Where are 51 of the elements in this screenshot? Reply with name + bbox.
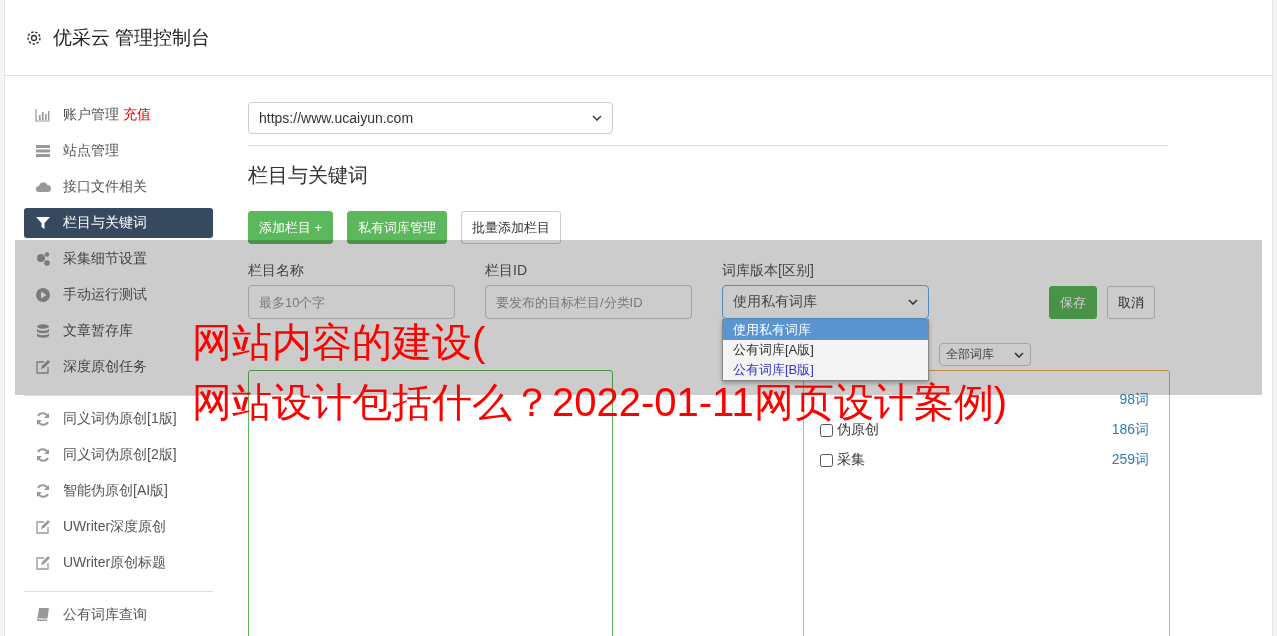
caret-icon <box>1014 351 1024 358</box>
cloud-icon <box>35 179 51 195</box>
refresh-icon <box>35 447 51 463</box>
database-icon <box>35 323 51 339</box>
field-label: 词库版本[区别] <box>722 262 815 280</box>
field-label: 栏目ID <box>485 262 528 280</box>
book-icon <box>35 607 51 623</box>
app-title: 优采云 管理控制台 <box>53 25 211 50</box>
library-name: 伪原创 <box>837 421 879 439</box>
sidebar-item[interactable]: UWriter深度原创 <box>24 512 213 542</box>
sidebar-item[interactable]: 栏目与关键词 <box>24 208 213 238</box>
edit-icon <box>35 359 51 375</box>
edit-icon <box>35 555 51 571</box>
refresh-icon <box>35 411 51 427</box>
filter-icon <box>35 215 51 231</box>
headline-text: 网站内容的建设( <box>192 322 486 362</box>
field-label: 栏目名称 <box>248 262 305 280</box>
chart-icon <box>35 107 51 123</box>
sidebar-item[interactable]: 采集细节设置 <box>24 244 213 274</box>
word-count: 259词 <box>1111 451 1149 469</box>
server-icon <box>35 143 51 159</box>
settings-icon <box>25 28 43 47</box>
sidebar-item[interactable]: 账户管理 充值 <box>24 100 213 130</box>
sidebar-item[interactable]: 接口文件相关 <box>24 172 213 202</box>
sidebar-item[interactable]: 手动运行测试 <box>24 280 213 310</box>
filter-select[interactable]: 全部词库 <box>939 343 1031 366</box>
edit-icon <box>35 519 51 535</box>
section-heading: 栏目与关键词 <box>248 163 369 188</box>
dropdown-option[interactable]: 公有词库[B版] <box>723 360 928 380</box>
input-field[interactable]: 最多10个字 <box>248 285 455 319</box>
checkbox[interactable] <box>820 423 833 437</box>
sidebar-item[interactable]: 公有词库查询 <box>24 600 213 630</box>
input-field[interactable]: 要发布的目标栏目/分类ID <box>485 285 692 319</box>
caret-icon <box>592 115 602 121</box>
sidebar-item[interactable]: 同义词伪原创[2版] <box>24 440 213 470</box>
sidebar-item[interactable]: UWriter原创标题 <box>24 548 213 578</box>
gears-icon <box>35 251 51 267</box>
word-count: 186词 <box>1111 421 1149 439</box>
dropdown-option[interactable]: 公有词库[A版] <box>723 340 928 360</box>
cancel-button[interactable]: 取消 <box>1107 286 1155 319</box>
batch-add-button[interactable]: 批量添加栏目 <box>461 211 562 244</box>
refresh-icon <box>35 483 51 499</box>
library-name: 采集 <box>837 451 865 469</box>
library-select[interactable]: 使用私有词库 <box>722 285 929 319</box>
site-select[interactable]: https://www.ucaiyun.com <box>248 102 613 134</box>
play-icon <box>35 287 51 303</box>
sidebar-item[interactable]: 智能伪原创[AI版] <box>24 476 213 506</box>
caret-icon <box>908 299 918 305</box>
checkbox[interactable] <box>820 453 833 467</box>
word-count: 98词 <box>1119 391 1149 409</box>
sidebar-item[interactable]: 站点管理 <box>24 136 213 166</box>
